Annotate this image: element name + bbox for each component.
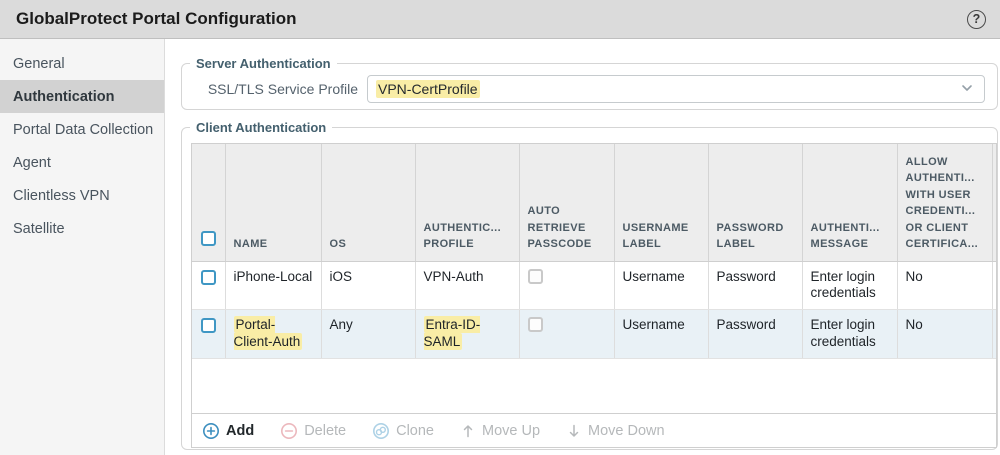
help-icon[interactable]: ? — [967, 9, 986, 29]
auto-retrieve-passcode-checkbox[interactable] — [527, 268, 543, 284]
column-header-name[interactable]: NAME — [225, 144, 322, 262]
column-header-username-label[interactable]: USERNAME LABEL — [614, 144, 709, 262]
row-select-checkbox[interactable] — [201, 269, 216, 285]
client-auth-table: NAME OS AUTHENTIC... PROFILE AUTO RETRIE… — [191, 143, 997, 448]
sidebar-item-authentication[interactable]: Authentication — [0, 80, 164, 113]
cell-auth-profile: VPN-Auth — [415, 261, 520, 311]
row-select-checkbox[interactable] — [201, 318, 216, 334]
column-header-authentication-message[interactable]: AUTHENTI... MESSAGE — [802, 144, 898, 262]
clone-icon — [372, 422, 390, 440]
ssl-tls-service-profile-dropdown[interactable]: VPN-CertProfile — [367, 75, 985, 103]
sidebar: General Authentication Portal Data Colle… — [0, 39, 165, 455]
client-authentication-legend: Client Authentication — [196, 120, 327, 135]
cell-auth-message: Enter login credentials — [802, 261, 898, 311]
delete-icon — [280, 422, 298, 440]
ssl-tls-service-profile-label: SSL/TLS Service Profile — [207, 81, 358, 97]
ssl-tls-service-profile-value: VPN-CertProfile — [376, 80, 480, 98]
cell-allow-auth: No — [897, 261, 993, 311]
select-all-checkbox[interactable] — [201, 231, 216, 246]
cell-allow-auth: No — [897, 309, 993, 359]
move-up-button[interactable]: Move Up — [460, 423, 540, 439]
sidebar-item-satellite[interactable]: Satellite — [0, 212, 164, 245]
client-authentication-section: Client Authentication NAME OS AUTHENTIC.… — [181, 120, 998, 450]
table-toolbar: Add Delete Clone Move Up Move Down — [192, 413, 996, 447]
cell-username-label: Username — [614, 261, 709, 311]
cell-auth-profile: Entra-ID-SAML — [415, 309, 520, 359]
arrow-up-icon — [460, 423, 476, 439]
delete-button[interactable]: Delete — [280, 422, 346, 440]
table-empty-area — [192, 359, 996, 413]
cell-password-label: Password — [708, 261, 803, 311]
column-header-authentication-profile[interactable]: AUTHENTIC... PROFILE — [415, 144, 520, 262]
table-row[interactable]: iPhone-Local iOS VPN-Auth Username Passw… — [192, 261, 996, 311]
dialog-titlebar: GlobalProtect Portal Configuration ? — [0, 0, 1000, 39]
arrow-down-icon — [566, 423, 582, 439]
cell-name: iPhone-Local — [225, 261, 322, 311]
clone-button[interactable]: Clone — [372, 422, 434, 440]
dialog-title: GlobalProtect Portal Configuration — [16, 9, 297, 28]
cell-password-label: Password — [708, 309, 803, 359]
auto-retrieve-passcode-checkbox[interactable] — [527, 317, 543, 333]
chevron-down-icon — [960, 81, 974, 98]
server-authentication-section: Server Authentication SSL/TLS Service Pr… — [181, 56, 998, 110]
sidebar-item-agent[interactable]: Agent — [0, 146, 164, 179]
add-button[interactable]: Add — [202, 422, 254, 440]
move-down-button[interactable]: Move Down — [566, 423, 665, 439]
cell-auth-message: Enter login credentials — [802, 309, 898, 359]
cell-os: iOS — [321, 261, 416, 311]
column-header-auto-retrieve-passcode[interactable]: AUTO RETRIEVE PASSCODE — [519, 144, 615, 262]
column-header-clipped — [992, 144, 996, 262]
sidebar-item-clientless-vpn[interactable]: Clientless VPN — [0, 179, 164, 212]
main-content: Server Authentication SSL/TLS Service Pr… — [165, 39, 1000, 455]
add-icon — [202, 422, 220, 440]
column-header-allow-auth-with-cred-or-cert[interactable]: ALLOW AUTHENTI... WITH USER CREDENTI... … — [897, 144, 993, 262]
table-row[interactable]: Portal-Client-Auth Any Entra-ID-SAML Use… — [192, 309, 996, 359]
table-header-row: NAME OS AUTHENTIC... PROFILE AUTO RETRIE… — [192, 144, 996, 262]
column-header-password-label[interactable]: PASSWORD LABEL — [708, 144, 803, 262]
column-header-os[interactable]: OS — [321, 144, 416, 262]
cell-username-label: Username — [614, 309, 709, 359]
cell-os: Any — [321, 309, 416, 359]
cell-name: Portal-Client-Auth — [225, 309, 322, 359]
sidebar-item-general[interactable]: General — [0, 47, 164, 80]
server-authentication-legend: Server Authentication — [196, 56, 331, 71]
sidebar-item-portal-data-collection[interactable]: Portal Data Collection — [0, 113, 164, 146]
